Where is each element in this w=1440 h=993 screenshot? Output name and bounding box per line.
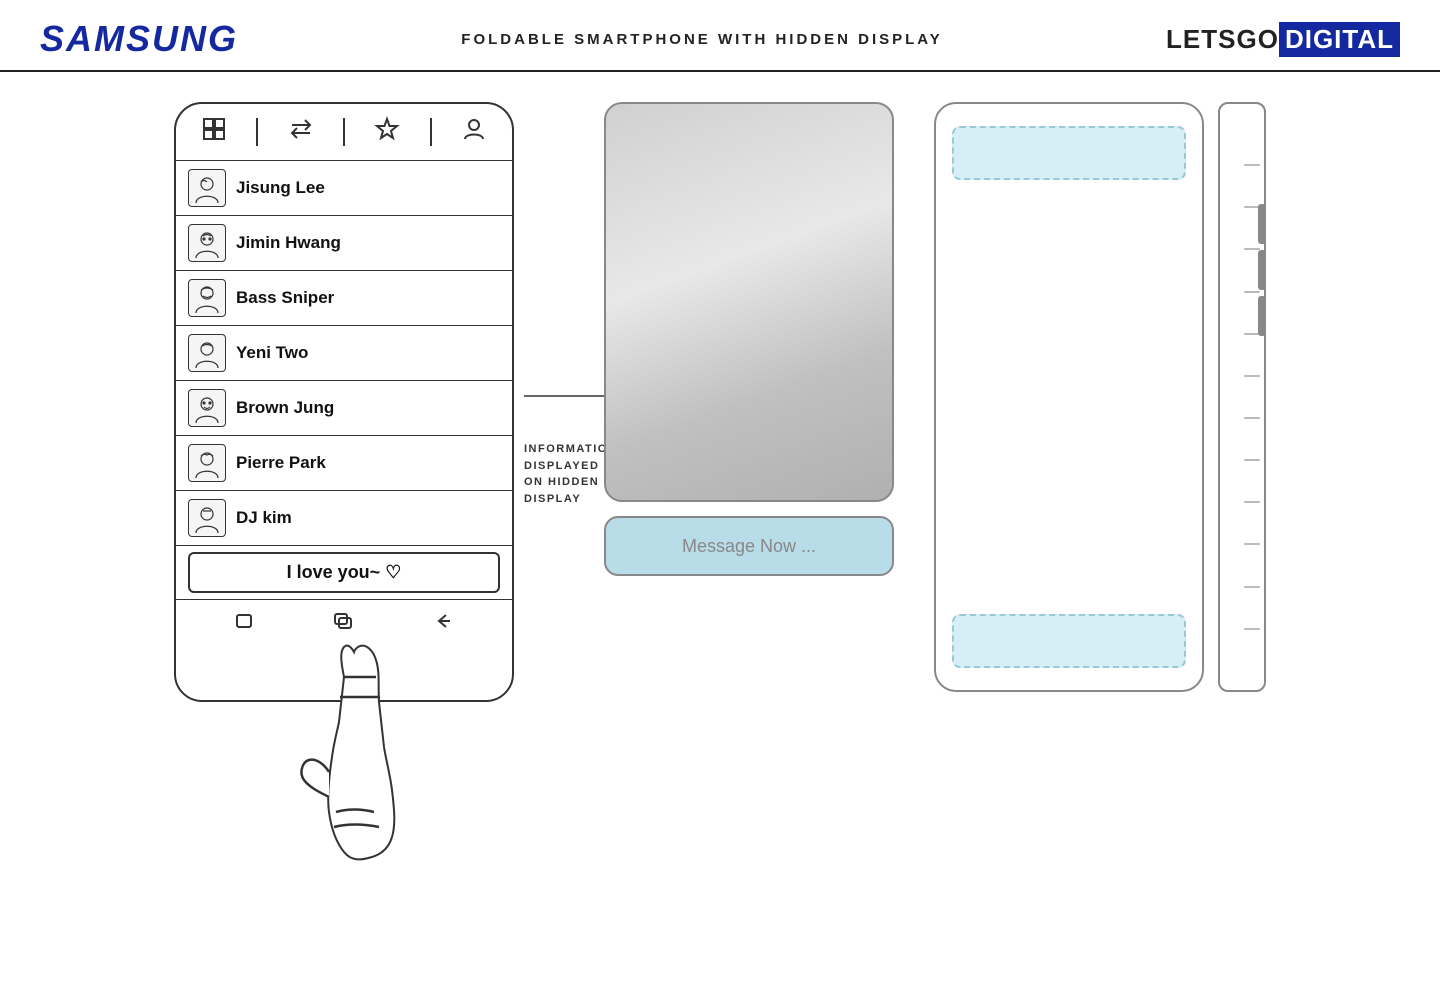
side-button [1258,296,1266,336]
list-item: Pierre Park [176,436,512,491]
contact-name: Yeni Two [236,343,308,363]
avatar [188,169,226,207]
hidden-display-phone [604,102,894,502]
list-item: DJ kim [176,491,512,546]
contact-name: Jimin Hwang [236,233,341,253]
side-line [1244,417,1260,419]
avatar [188,334,226,372]
list-item: Bass Sniper [176,271,512,326]
hidden-display-bar-bottom [952,614,1186,668]
letsgo-text: LETSGO [1166,24,1279,55]
avatar [188,389,226,427]
right-section [934,102,1266,692]
list-item: Yeni Two [176,326,512,381]
divider-1 [256,118,258,146]
contact-name: DJ kim [236,508,292,528]
side-line [1244,628,1260,630]
list-item: Jimin Hwang [176,216,512,271]
divider-2 [343,118,345,146]
contact-name: Pierre Park [236,453,326,473]
list-item: Jisung Lee [176,161,512,216]
back-view [934,102,1204,692]
message-bar: I love you~ ♡ [188,552,500,593]
divider-3 [430,118,432,146]
header: SAMSUNG FOLDABLE SMARTPHONE WITH HIDDEN … [0,0,1440,72]
side-view [1218,102,1266,692]
side-buttons [1258,204,1266,336]
list-item: Brown Jung [176,381,512,436]
main-content: Jisung Lee Jimin Hwang [0,72,1440,722]
side-button [1258,204,1266,244]
side-line [1244,543,1260,545]
recents-nav-icon [333,610,355,637]
message-now-text: Message Now ... [682,536,816,557]
person-icon [461,116,487,148]
page-title: FOLDABLE SMARTPHONE WITH HIDDEN DISPLAY [461,31,942,48]
back-nav-icon [432,610,454,637]
avatar [188,499,226,537]
arrows-icon [288,116,314,148]
digital-text: DIGITAL [1279,22,1400,57]
avatar [188,224,226,262]
phone-diagram: Jisung Lee Jimin Hwang [174,92,564,702]
side-line [1244,164,1260,166]
phone-body: Jisung Lee Jimin Hwang [174,102,514,702]
avatar [188,279,226,317]
samsung-logo: SAMSUNG [40,18,238,60]
letsgo-digital-logo: LETSGO DIGITAL [1166,22,1400,57]
contact-name: Jisung Lee [236,178,325,198]
hidden-display-bar-top [952,126,1186,180]
avatar [188,444,226,482]
contact-name: Brown Jung [236,398,334,418]
contact-name: Bass Sniper [236,288,334,308]
grid-icon [201,116,227,148]
hand-illustration [264,642,464,862]
contact-list: Jisung Lee Jimin Hwang [176,161,512,546]
side-line [1244,459,1260,461]
star-icon [374,116,400,148]
side-line [1244,586,1260,588]
side-button [1258,250,1266,290]
phone-topbar [176,104,512,161]
phone-bottombar [176,599,512,647]
square-nav-icon [234,610,256,637]
side-line [1244,375,1260,377]
side-line [1244,501,1260,503]
message-now-box: Message Now ... [604,516,894,576]
